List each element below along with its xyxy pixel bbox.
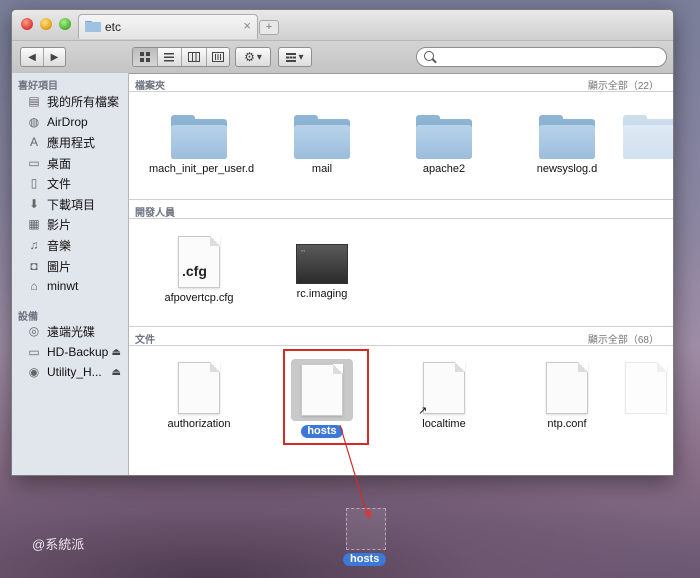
watermark: @系統派	[32, 537, 85, 552]
drag-ghost-icon	[346, 508, 386, 550]
drag-arrow	[339, 424, 372, 519]
drag-ghost-label: hosts	[343, 553, 387, 566]
